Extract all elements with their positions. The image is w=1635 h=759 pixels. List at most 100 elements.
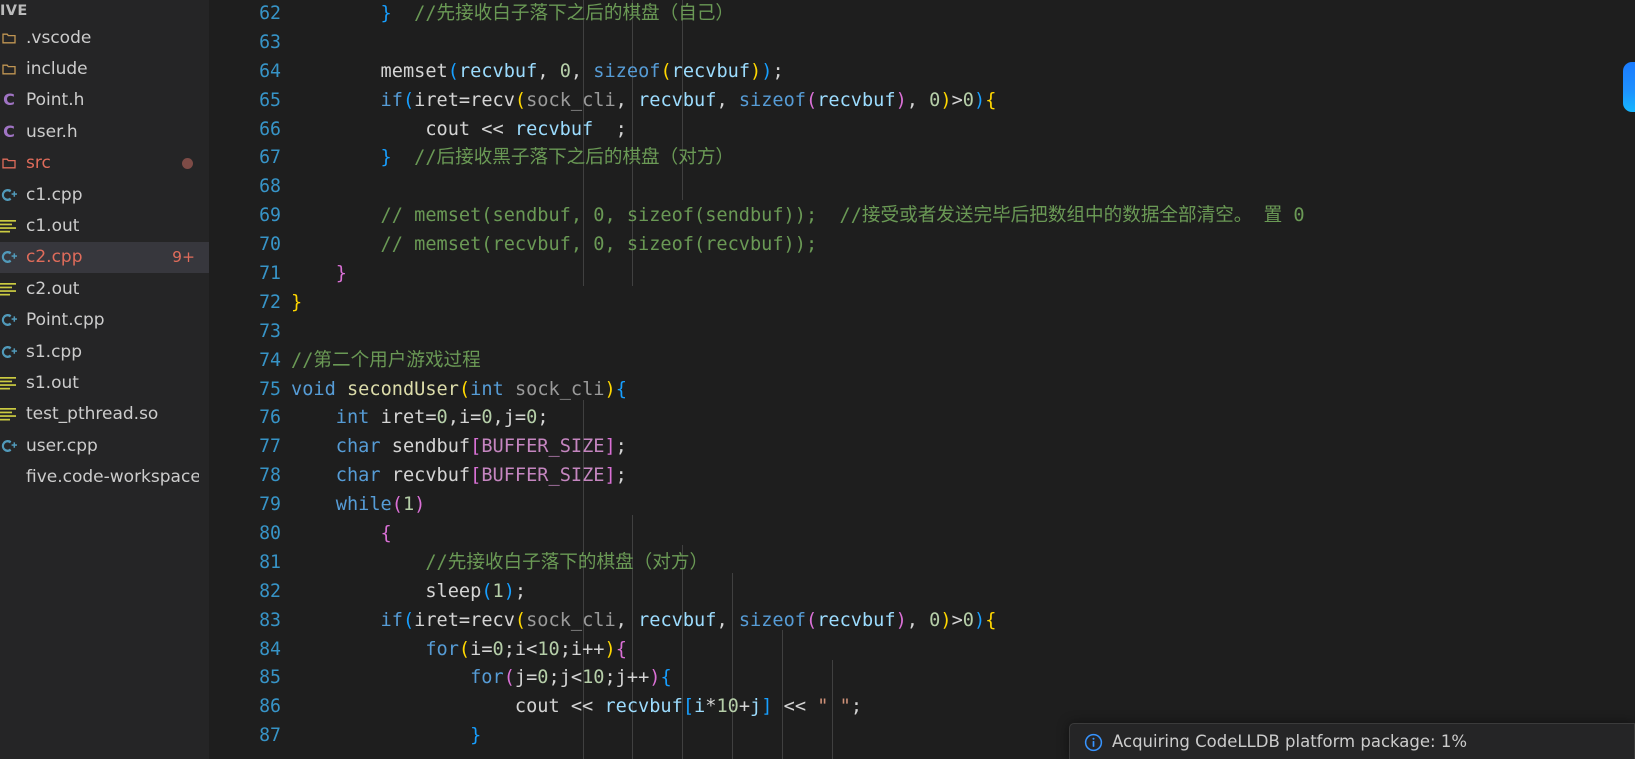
code-line[interactable]: 73 (209, 318, 1635, 347)
file-label: src (26, 153, 51, 174)
scroll-indicator-handle[interactable] (1623, 62, 1635, 112)
code-line[interactable]: 76 int iret=0,i=0,j=0; (209, 404, 1635, 433)
code-line[interactable]: 86 cout << recvbuf[i*10+j] << " "; (209, 693, 1635, 722)
code-surface[interactable]: 62 } //先接收白子落下之后的棋盘（自己） 63 64 memset(recvb… (209, 0, 1635, 759)
c-header-icon: C (3, 121, 15, 141)
code-line[interactable]: 82 sleep(1); (209, 578, 1635, 607)
line-content[interactable]: // memset(sendbuf, 0, sizeof(sendbuf)); … (291, 202, 1305, 231)
line-content[interactable]: while(1) (291, 491, 426, 520)
folder-icon (0, 31, 20, 45)
code-line[interactable]: 74 //第二个用户游戏过程 (209, 347, 1635, 376)
sidebar-item-c1-out[interactable]: c1.out (0, 210, 209, 241)
sidebar-item-point-cpp[interactable]: Point.cpp (0, 305, 209, 336)
code-lines[interactable]: 62 } //先接收白子落下之后的棋盘（自己） 63 64 memset(recvb… (209, 0, 1635, 751)
code-line[interactable]: 81 //先接收白子落下的棋盘（对方） (209, 549, 1635, 578)
line-content[interactable]: } //后接收黑子落下之后的棋盘（对方） (291, 144, 734, 173)
code-line[interactable]: 66 cout << recvbuf ; (209, 116, 1635, 145)
binary-file-icon (0, 219, 20, 233)
code-line[interactable]: 84 for(i=0;i<10;i++){ (209, 636, 1635, 665)
line-content[interactable]: cout << recvbuf ; (291, 116, 627, 145)
file-label: five.code-workspace (26, 467, 199, 488)
file-label: c1.cpp (26, 184, 83, 205)
line-content[interactable]: for(j=0;j<10;j++){ (291, 664, 672, 693)
line-content[interactable]: //第二个用户游戏过程 (291, 347, 481, 376)
line-content[interactable]: } (291, 722, 481, 751)
sidebar-item-include[interactable]: include (0, 53, 209, 84)
sidebar-item-test-pthread-so[interactable]: test_pthread.so (0, 399, 209, 430)
line-number: 82 (259, 580, 281, 602)
problem-count-badge: 9+ (172, 248, 195, 267)
line-number: 71 (259, 263, 281, 285)
code-line[interactable]: 64 memset(recvbuf, 0, sizeof(recvbuf)); (209, 58, 1635, 87)
file-label: c1.out (26, 216, 80, 237)
line-number: 67 (259, 147, 281, 169)
sidebar-item-point-h[interactable]: C Point.h (0, 85, 209, 116)
line-number: 83 (259, 609, 281, 631)
sidebar-item-five-code-workspace[interactable]: five.code-workspace (0, 461, 209, 492)
code-line[interactable]: 62 } //先接收白子落下之后的棋盘（自己） (209, 0, 1635, 29)
code-line[interactable]: 72} (209, 289, 1635, 318)
file-label: user.cpp (26, 435, 98, 456)
file-label: include (26, 59, 88, 80)
sidebar-item-vscode[interactable]: .vscode (0, 22, 209, 53)
explorer-section-title: IVE (0, 3, 28, 19)
file-label: s1.cpp (26, 341, 83, 362)
line-content[interactable]: void secondUser(int sock_cli){ (291, 376, 627, 405)
line-content[interactable]: sleep(1); (291, 578, 526, 607)
line-content[interactable]: memset(recvbuf, 0, sizeof(recvbuf)); (291, 58, 784, 87)
folder-icon (0, 62, 20, 76)
line-content[interactable]: char sendbuf[BUFFER_SIZE]; (291, 433, 627, 462)
file-label: s1.out (26, 372, 79, 393)
code-line[interactable]: 77 char sendbuf[BUFFER_SIZE]; (209, 433, 1635, 462)
vscode-window: IVE .vscode include C Point.h Cuser.h src c1.c… (0, 0, 1635, 759)
sidebar-item-c2-out[interactable]: c2.out (0, 273, 209, 304)
code-line[interactable]: 69 // memset(sendbuf, 0, sizeof(sendbuf)… (209, 202, 1635, 231)
line-content[interactable]: int iret=0,i=0,j=0; (291, 404, 549, 433)
code-line[interactable]: 65 if(iret=recv(sock_cli, recvbuf, sizeo… (209, 87, 1635, 116)
line-content[interactable]: if(iret=recv(sock_cli, recvbuf, sizeof(r… (291, 87, 997, 116)
line-content[interactable]: for(i=0;i<10;i++){ (291, 636, 627, 665)
code-line[interactable]: 70 // memset(recvbuf, 0, sizeof(recvbuf)… (209, 231, 1635, 260)
line-content[interactable]: } (291, 260, 347, 289)
file-label: c2.out (26, 278, 80, 299)
code-line[interactable]: 83 if(iret=recv(sock_cli, recvbuf, sizeo… (209, 607, 1635, 636)
sidebar-item-s1-cpp[interactable]: s1.cpp (0, 336, 209, 367)
code-line[interactable]: 67 } //后接收黑子落下之后的棋盘（对方） (209, 144, 1635, 173)
line-number: 87 (259, 725, 281, 747)
line-content[interactable]: } (291, 289, 302, 318)
binary-file-icon (0, 407, 20, 421)
cpp-file-icon (0, 311, 20, 329)
sidebar-item-c2-cpp[interactable]: c2.cpp 9+ (0, 241, 209, 274)
line-number: 77 (259, 436, 281, 458)
file-label: test_pthread.so (26, 404, 159, 425)
sidebar-item-s1-out[interactable]: s1.out (0, 367, 209, 398)
code-line[interactable]: 75 void secondUser(int sock_cli){ (209, 376, 1635, 405)
line-content[interactable]: cout << recvbuf[i*10+j] << " "; (291, 693, 862, 722)
line-content[interactable]: { (291, 520, 392, 549)
line-content[interactable]: char recvbuf[BUFFER_SIZE]; (291, 462, 627, 491)
notification-toast[interactable]: Acquiring CodeLLDB platform package: 1% (1069, 723, 1635, 759)
line-number: 66 (259, 118, 281, 140)
sidebar-item-c1-cpp[interactable]: c1.cpp (0, 179, 209, 210)
line-number: 76 (259, 407, 281, 429)
line-content[interactable]: //先接收白子落下的棋盘（对方） (291, 549, 708, 578)
code-line[interactable]: 68 (209, 173, 1635, 202)
code-line[interactable]: 63 (209, 29, 1635, 58)
line-number: 69 (259, 205, 281, 227)
code-line[interactable]: 71 } (209, 260, 1635, 289)
line-number: 78 (259, 465, 281, 487)
code-line[interactable]: 85 for(j=0;j<10;j++){ (209, 664, 1635, 693)
code-editor[interactable]: 62 } //先接收白子落下之后的棋盘（自己） 63 64 memset(recvb… (209, 0, 1635, 759)
sidebar-item-src[interactable]: src (0, 148, 209, 179)
sidebar-item-user-h[interactable]: Cuser.h (0, 116, 209, 147)
line-content[interactable]: } //先接收白子落下之后的棋盘（自己） (291, 0, 734, 29)
code-line[interactable]: 78 char recvbuf[BUFFER_SIZE]; (209, 462, 1635, 491)
modified-dot-icon (182, 157, 193, 169)
sidebar-item-user-cpp[interactable]: user.cpp (0, 430, 209, 461)
line-number: 62 (259, 3, 281, 24)
line-content[interactable]: // memset(recvbuf, 0, sizeof(recvbuf)); (291, 231, 818, 260)
code-line[interactable]: 80 { (209, 520, 1635, 549)
c-header-icon: C (3, 90, 15, 110)
code-line[interactable]: 79 while(1) (209, 491, 1635, 520)
line-content[interactable]: if(iret=recv(sock_cli, recvbuf, sizeof(r… (291, 607, 997, 636)
